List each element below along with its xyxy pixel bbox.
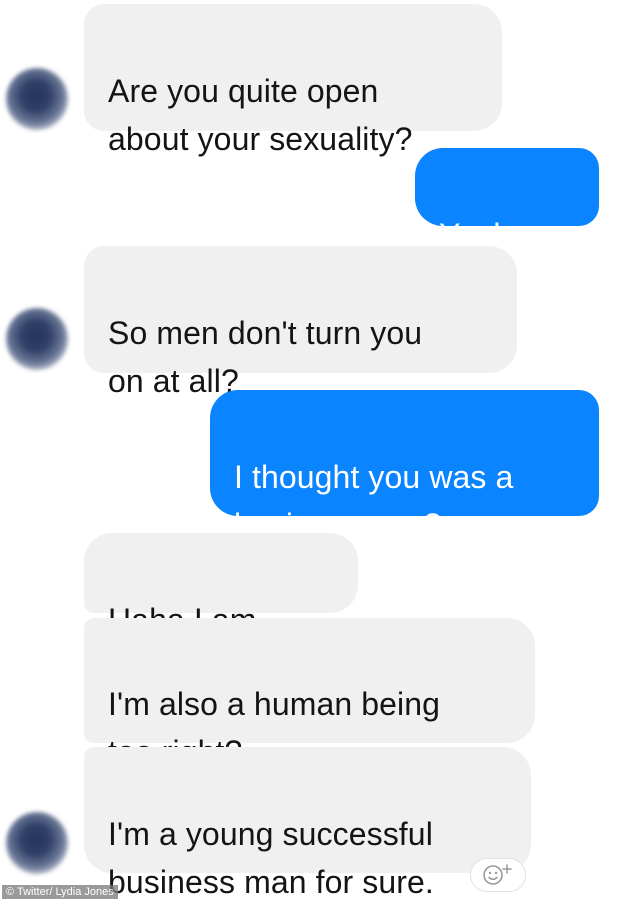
message-bubble-outgoing[interactable]: Yeah	[415, 148, 599, 299]
message-bubble-incoming[interactable]: So men don't turn you on at all?	[84, 246, 517, 399]
message-text: I thought you was a businessman?	[234, 459, 514, 543]
message-bubble-incoming[interactable]: Haha I am	[84, 533, 358, 684]
message-text: Are you quite open about your sexuality?	[108, 73, 413, 157]
message-bubble-outgoing[interactable]: I thought you was a businessman?	[210, 390, 599, 543]
message-text: So men don't turn you on at all?	[108, 315, 423, 399]
avatar[interactable]	[6, 308, 68, 370]
message-bubble-incoming[interactable]: Are you quite open about your sexuality?	[84, 4, 502, 157]
message-text: I'm a young successful business man for …	[108, 816, 434, 900]
message-bubble-incoming[interactable]: I'm also a human being too right?	[84, 618, 535, 770]
avatar[interactable]	[6, 812, 68, 874]
message-bubble-incoming[interactable]: I'm a young successful business man for …	[84, 747, 531, 900]
add-reaction-icon	[483, 864, 512, 885]
photo-credit: © Twitter/ Lydia Jones	[2, 885, 118, 899]
add-reaction-button[interactable]	[470, 858, 526, 892]
avatar[interactable]	[6, 68, 68, 130]
